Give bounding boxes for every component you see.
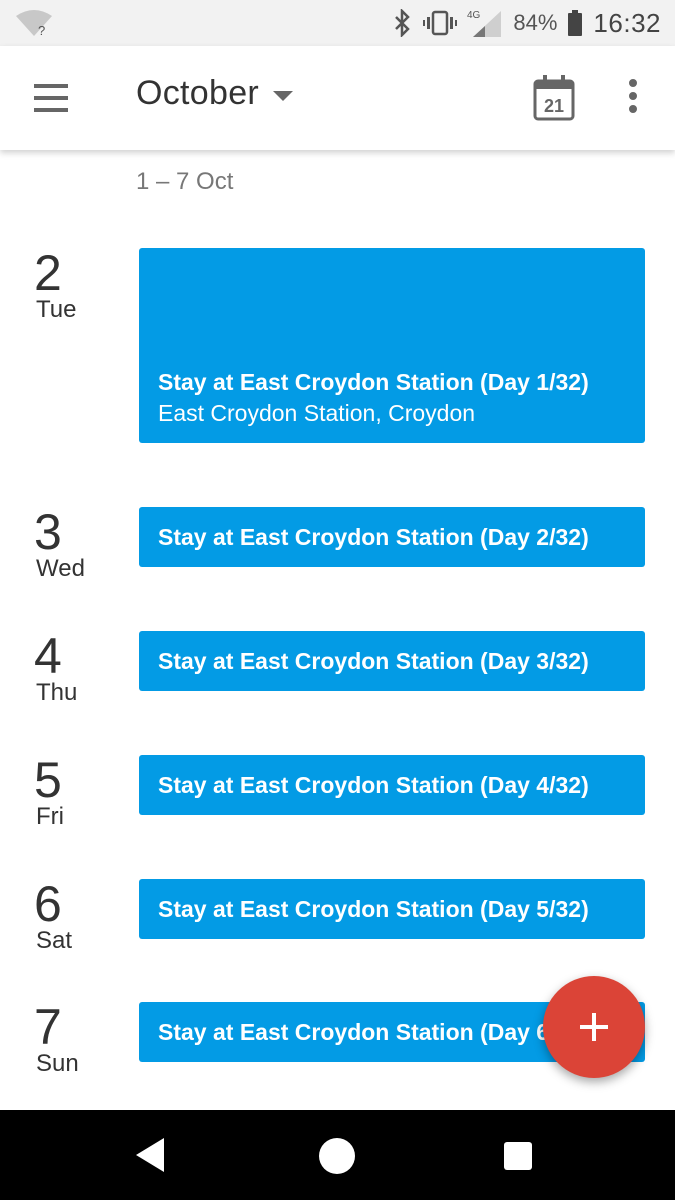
app-bar: October 21 [0, 46, 675, 150]
battery-icon [567, 9, 583, 37]
add-event-button[interactable] [543, 976, 645, 1078]
menu-icon[interactable] [30, 80, 70, 116]
day-number: 4 [34, 628, 62, 684]
day-name: Thu [36, 679, 78, 706]
day-number: 6 [34, 876, 62, 932]
home-icon[interactable] [319, 1138, 355, 1174]
recents-icon[interactable] [504, 1142, 532, 1170]
day-number: 3 [34, 504, 62, 560]
navigation-bar [0, 1110, 675, 1200]
day-name: Sat [36, 927, 73, 954]
month-selector[interactable]: October [136, 74, 294, 113]
event-title: Stay at East Croydon Station (Day 3/32) [158, 648, 589, 674]
wifi-unknown-badge: ? [38, 23, 45, 38]
event-title: Stay at East Croydon Station (Day 1/32) [158, 369, 589, 395]
dropdown-caret-icon [273, 90, 294, 101]
day-name: Fri [36, 803, 64, 830]
vibrate-icon [423, 9, 458, 37]
event-location: East Croydon Station, Croydon [158, 400, 476, 426]
status-bar: ? 4G 84% 16:32 [0, 0, 675, 46]
day-name: Sun [36, 1050, 79, 1077]
event-card[interactable]: Stay at East Croydon Station (Day 4/32) [139, 755, 645, 815]
cell-signal-icon: 4G [467, 9, 503, 37]
more-vert-icon[interactable] [618, 76, 648, 120]
clock-time: 16:32 [593, 7, 661, 38]
battery-percent: 84% [513, 10, 558, 35]
week-range-label: 1 – 7 Oct [136, 168, 234, 195]
bluetooth-icon [393, 9, 413, 37]
day-name: Wed [36, 555, 85, 582]
day-number: 5 [34, 752, 62, 808]
back-icon[interactable] [136, 1138, 164, 1172]
event-card[interactable]: Stay at East Croydon Station (Day 3/32) [139, 631, 645, 691]
status-icons: 4G 84% 16:32 [383, 0, 661, 46]
network-type-label: 4G [467, 10, 481, 21]
day-name: Tue [36, 296, 77, 323]
event-title: Stay at East Croydon Station (Day 2/32) [158, 524, 589, 550]
event-title: Stay at East Croydon Station (Day 5/32) [158, 896, 589, 922]
calendar-today-icon[interactable]: 21 [530, 74, 578, 122]
event-title: Stay at East Croydon Station (Day 4/32) [158, 772, 589, 798]
today-date: 21 [544, 96, 564, 116]
wifi-unknown-icon: ? [16, 10, 52, 38]
month-title: October [136, 74, 260, 112]
event-card[interactable]: Stay at East Croydon Station (Day 2/32) [139, 507, 645, 567]
event-card[interactable]: Stay at East Croydon Station (Day 1/32) … [139, 248, 645, 443]
day-number: 7 [34, 999, 62, 1055]
day-number: 2 [34, 245, 62, 301]
event-card[interactable]: Stay at East Croydon Station (Day 5/32) [139, 879, 645, 939]
